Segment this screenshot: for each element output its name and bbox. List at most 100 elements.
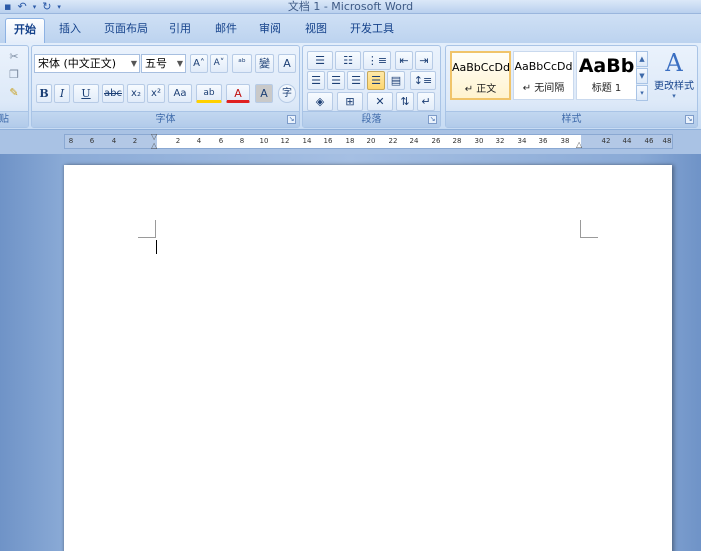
character-shading-button[interactable]: A <box>255 84 273 103</box>
change-styles-button[interactable]: A 更改样式 ▾ <box>651 49 697 109</box>
ruler-tick: 14 <box>302 137 312 145</box>
copy-icon[interactable]: ❐ <box>5 66 23 82</box>
first-line-indent-icon[interactable]: ▽ <box>151 132 157 141</box>
ruler-tick: 26 <box>431 137 441 145</box>
clipboard-group: ✂ ❐ ✎ 贴 <box>0 45 29 128</box>
decrease-indent-icon[interactable]: ⇤ <box>395 51 413 70</box>
styles-scroll-down-icon[interactable]: ▼ <box>636 68 648 84</box>
change-styles-icon: A <box>665 49 683 77</box>
bullets-icon[interactable]: ☰ <box>307 51 333 70</box>
styles-dialog-launcher-icon[interactable]: ↘ <box>685 115 694 124</box>
align-center-icon[interactable]: ☰ <box>327 71 345 90</box>
chinese-layout-icon[interactable]: ✕ <box>367 92 393 111</box>
shading-icon[interactable]: ◈ <box>307 92 333 111</box>
format-painter-icon[interactable]: ✎ <box>5 84 23 100</box>
align-right-icon[interactable]: ☰ <box>347 71 365 90</box>
chevron-down-icon: ▾ <box>672 92 676 100</box>
ruler-tick: 36 <box>538 137 548 145</box>
ruler-tick: 24 <box>409 137 419 145</box>
tab-page-layout[interactable]: 页面布局 <box>98 18 154 43</box>
crop-mark-top-right <box>580 220 581 238</box>
tab-review[interactable]: 审阅 <box>252 18 288 43</box>
ruler-tick: 6 <box>218 137 224 145</box>
font-group-label: 字体 <box>32 111 299 127</box>
ruler-tick: 20 <box>366 137 376 145</box>
font-size-select[interactable]: 五号 ▼ <box>141 54 186 73</box>
tab-view[interactable]: 视图 <box>298 18 334 43</box>
style-no-spacing[interactable]: AaBbCcDd ↵ 无间隔 <box>513 51 574 100</box>
right-indent-icon[interactable]: △ <box>576 140 582 149</box>
ribbon-tabs: 开始 插入 页面布局 引用 邮件 审阅 视图 开发工具 <box>0 14 701 43</box>
ruler-tick: 8 <box>68 137 74 145</box>
increase-indent-icon[interactable]: ⇥ <box>415 51 433 70</box>
borders-icon[interactable]: ⊞ <box>337 92 363 111</box>
phonetic-guide-button[interactable]: 變 <box>255 54 274 73</box>
paragraph-group: ☰ ☷ ⋮≡ ⇤ ⇥ ☰ ☰ ☰ ☰ ▤ ↕≡ ◈ ⊞ ✕ ⇅ ↵ 段落 ↘ <box>302 45 441 128</box>
document-page[interactable] <box>64 165 672 551</box>
superscript-button[interactable]: x² <box>147 84 165 103</box>
italic-button[interactable]: I <box>54 84 70 103</box>
numbering-icon[interactable]: ☷ <box>335 51 361 70</box>
style-name: ↵ 正文 <box>464 84 497 95</box>
tab-mailings[interactable]: 邮件 <box>208 18 244 43</box>
hanging-indent-icon[interactable]: △ <box>151 141 157 150</box>
tab-insert[interactable]: 插入 <box>50 18 90 43</box>
tab-home[interactable]: 开始 <box>5 18 45 43</box>
tab-developer[interactable]: 开发工具 <box>344 18 400 43</box>
paragraph-dialog-launcher-icon[interactable]: ↘ <box>428 115 437 124</box>
align-left-icon[interactable]: ☰ <box>307 71 325 90</box>
distributed-icon[interactable]: ▤ <box>387 71 405 90</box>
highlight-button[interactable]: ab <box>196 84 222 103</box>
cut-icon[interactable]: ✂ <box>5 48 23 64</box>
title-bar: ▪ ↶ ▾ ↻ ▾ 文档 1 - Microsoft Word <box>0 0 701 14</box>
justify-icon[interactable]: ☰ <box>367 71 385 90</box>
tab-references[interactable]: 引用 <box>162 18 198 43</box>
style-name: ↵ 无间隔 <box>522 83 565 94</box>
styles-group: AaBbCcDd ↵ 正文 AaBbCcDd ↵ 无间隔 AaBb 标题 1 ▲… <box>445 45 698 128</box>
clear-format-button[interactable]: ᵃᵇ <box>232 54 252 73</box>
character-border-button[interactable]: A <box>278 54 296 73</box>
subscript-button[interactable]: x₂ <box>127 84 145 103</box>
ruler-tick: 30 <box>474 137 484 145</box>
font-name-select[interactable]: 宋体 (中文正文) ▼ <box>34 54 140 73</box>
show-marks-icon[interactable]: ↵ <box>417 92 435 111</box>
ruler-tick: 10 <box>259 137 269 145</box>
ruler-tick: 4 <box>196 137 202 145</box>
sort-icon[interactable]: ⇅ <box>396 92 414 111</box>
line-spacing-icon[interactable]: ↕≡ <box>410 71 436 90</box>
horizontal-ruler[interactable]: 8 6 4 2 2 4 6 8 10 12 14 16 18 20 22 24 … <box>64 132 673 150</box>
styles-more-icon[interactable]: ▾ <box>636 85 648 101</box>
underline-button[interactable]: U <box>73 84 99 103</box>
enclose-characters-button[interactable]: 字 <box>278 84 296 103</box>
window-title: 文档 1 - Microsoft Word <box>287 0 414 13</box>
font-color-button[interactable]: A <box>226 84 250 103</box>
ruler-tick: 2 <box>175 137 181 145</box>
multilevel-list-icon[interactable]: ⋮≡ <box>363 51 391 70</box>
bold-button[interactable]: B <box>36 84 52 103</box>
font-size-value: 五号 <box>145 57 167 70</box>
strikethrough-button[interactable]: abc <box>102 84 124 103</box>
chevron-down-icon: ▼ <box>130 59 137 68</box>
font-name-value: 宋体 (中文正文) <box>38 57 117 70</box>
ruler-tick: 46 <box>644 137 654 145</box>
ruler-tick: 2 <box>132 137 138 145</box>
font-dialog-launcher-icon[interactable]: ↘ <box>287 115 296 124</box>
ruler-tick: 22 <box>388 137 398 145</box>
ruler-tick: 18 <box>345 137 355 145</box>
ruler-tick: 34 <box>517 137 527 145</box>
shrink-font-button[interactable]: A˅ <box>210 54 228 73</box>
ribbon: ✂ ❐ ✎ 贴 宋体 (中文正文) ▼ 五号 ▼ A˄ A˅ ᵃᵇ 變 A B … <box>0 43 701 130</box>
ruler-tick: 44 <box>622 137 632 145</box>
grow-font-button[interactable]: A˄ <box>190 54 208 73</box>
paragraph-group-label: 段落 <box>303 111 440 127</box>
style-heading-1[interactable]: AaBb 标题 1 <box>576 51 637 100</box>
change-case-button[interactable]: Aa <box>168 84 192 103</box>
styles-scroll-up-icon[interactable]: ▲ <box>636 51 648 67</box>
ruler-tick: 12 <box>280 137 290 145</box>
text-cursor <box>156 240 157 254</box>
style-normal[interactable]: AaBbCcDd ↵ 正文 <box>450 51 511 100</box>
styles-group-label: 样式 <box>446 111 697 127</box>
clipboard-group-label: 贴 <box>0 111 28 127</box>
ruler-tick: 6 <box>89 137 95 145</box>
crop-mark-top-left <box>155 220 156 238</box>
